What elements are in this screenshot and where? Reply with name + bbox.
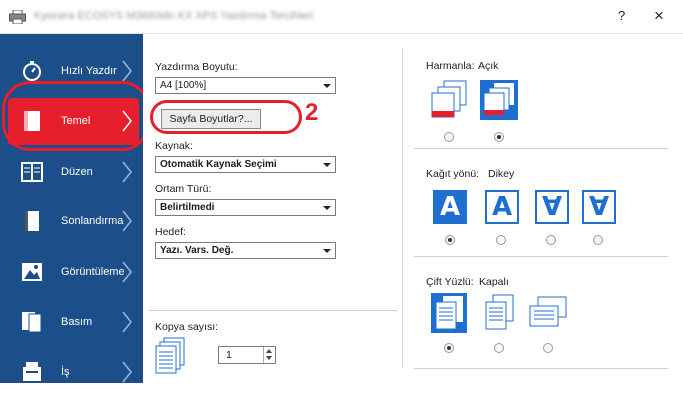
collate-label: Harmanla: (426, 60, 475, 72)
sidebar-item-imaging[interactable]: Görüntüleme (8, 249, 139, 296)
landscape-rotated-option[interactable]: ∀ (582, 190, 616, 224)
portrait-radio[interactable] (445, 235, 455, 245)
destination-label: Hedef: (155, 226, 186, 238)
duplex-off-radio[interactable] (444, 343, 454, 353)
duplex-label: Çift Yüzlü: (426, 276, 474, 288)
chevron-down-icon (323, 206, 331, 210)
orientation-value: Dikey (488, 168, 515, 180)
sidebar-item-finishing[interactable]: Sonlandırma (8, 198, 139, 245)
portrait-option[interactable]: A (433, 190, 467, 224)
finishing-icon (25, 211, 39, 231)
chevron-right-icon (122, 161, 132, 183)
media-type-select[interactable]: Belirtilmedi (155, 199, 336, 216)
duplex-value: Kapalı (479, 276, 509, 288)
print-size-select[interactable]: A4 [100%] (155, 77, 336, 94)
print-size-value: A4 [100%] (160, 80, 207, 91)
sidebar-item-label: Hızlı Yazdır (61, 65, 117, 77)
collated-icon[interactable] (480, 80, 518, 120)
sidebar-item-label: Düzen (61, 166, 93, 178)
media-type-label: Ortam Türü: (155, 183, 212, 195)
sidebar-item-label: Sonlandırma (61, 215, 124, 227)
source-select[interactable]: Otomatik Kaynak Seçimi (155, 156, 336, 173)
spinner-buttons[interactable] (263, 347, 275, 363)
callout-highlight-pill (150, 100, 302, 134)
sidebar-item-publishing[interactable]: Basım (8, 299, 139, 346)
spin-up-icon[interactable] (266, 349, 272, 353)
sidebar-item-layout[interactable]: Düzen (8, 149, 139, 196)
printer-icon (9, 10, 26, 24)
divider (414, 368, 668, 369)
collate-on-radio[interactable] (494, 132, 504, 142)
source-label: Kaynak: (155, 140, 193, 152)
destination-value: Yazı. Vars. Değ. (160, 245, 234, 256)
chevron-down-icon (323, 163, 331, 167)
divider (414, 256, 668, 257)
chevron-right-icon (122, 210, 132, 232)
title-bar: Kyocera ECOSYS M3660idn KX XPS Yazdırma … (0, 0, 683, 34)
landscape-option[interactable]: A (485, 190, 519, 224)
image-icon (22, 263, 42, 281)
chevron-down-icon (323, 84, 331, 88)
chevron-right-icon (122, 60, 132, 82)
column-divider (402, 48, 403, 368)
callout-highlight-circle (2, 81, 150, 151)
job-icon (23, 362, 41, 381)
orientation-label: Kağıt yönü: (426, 168, 480, 180)
uncollated-icon[interactable] (430, 80, 468, 120)
sidebar-item-job[interactable]: İş (8, 349, 139, 396)
duplex-long-edge-icon[interactable] (481, 293, 517, 333)
chevron-right-icon (122, 261, 132, 283)
portrait-rotated-radio[interactable] (546, 235, 556, 245)
collate-value: Açık (478, 60, 499, 72)
sidebar-item-label: Görüntüleme (61, 266, 125, 278)
copies-icon (155, 337, 185, 374)
destination-select[interactable]: Yazı. Vars. Değ. (155, 242, 336, 259)
duplex-short-edge-icon[interactable] (528, 296, 568, 332)
divider (414, 148, 668, 149)
landscape-rotated-radio[interactable] (593, 235, 603, 245)
copies-label: Kopya sayısı: (155, 321, 219, 333)
copies-value: 1 (226, 349, 232, 361)
sidebar-item-label: İş (61, 366, 70, 378)
spin-down-icon[interactable] (266, 356, 272, 360)
window-title: Kyocera ECOSYS M3660idn KX XPS Yazdırma … (34, 10, 314, 22)
duplex-short-edge-radio[interactable] (543, 343, 553, 353)
help-button[interactable]: ? (618, 8, 625, 23)
chevron-right-icon (122, 361, 132, 383)
stopwatch-icon (23, 61, 41, 81)
source-value: Otomatik Kaynak Seçimi (160, 159, 277, 170)
collate-off-radio[interactable] (444, 132, 454, 142)
close-button[interactable]: × (654, 6, 664, 26)
sidebar-item-label: Basım (61, 316, 93, 328)
duplex-long-edge-radio[interactable] (494, 343, 504, 353)
chevron-right-icon (122, 311, 132, 333)
layout-icon (21, 162, 43, 182)
callout-number: 2 (305, 99, 319, 126)
print-size-label: Yazdırma Boyutu: (155, 61, 238, 73)
landscape-radio[interactable] (496, 235, 506, 245)
duplex-off-icon[interactable] (431, 293, 467, 333)
chevron-down-icon (323, 249, 331, 253)
divider (149, 310, 397, 311)
portrait-rotated-option[interactable]: ∀ (535, 190, 569, 224)
publishing-icon (22, 312, 42, 333)
media-type-value: Belirtilmedi (160, 202, 215, 213)
copies-spinner[interactable]: 1 (218, 346, 276, 364)
